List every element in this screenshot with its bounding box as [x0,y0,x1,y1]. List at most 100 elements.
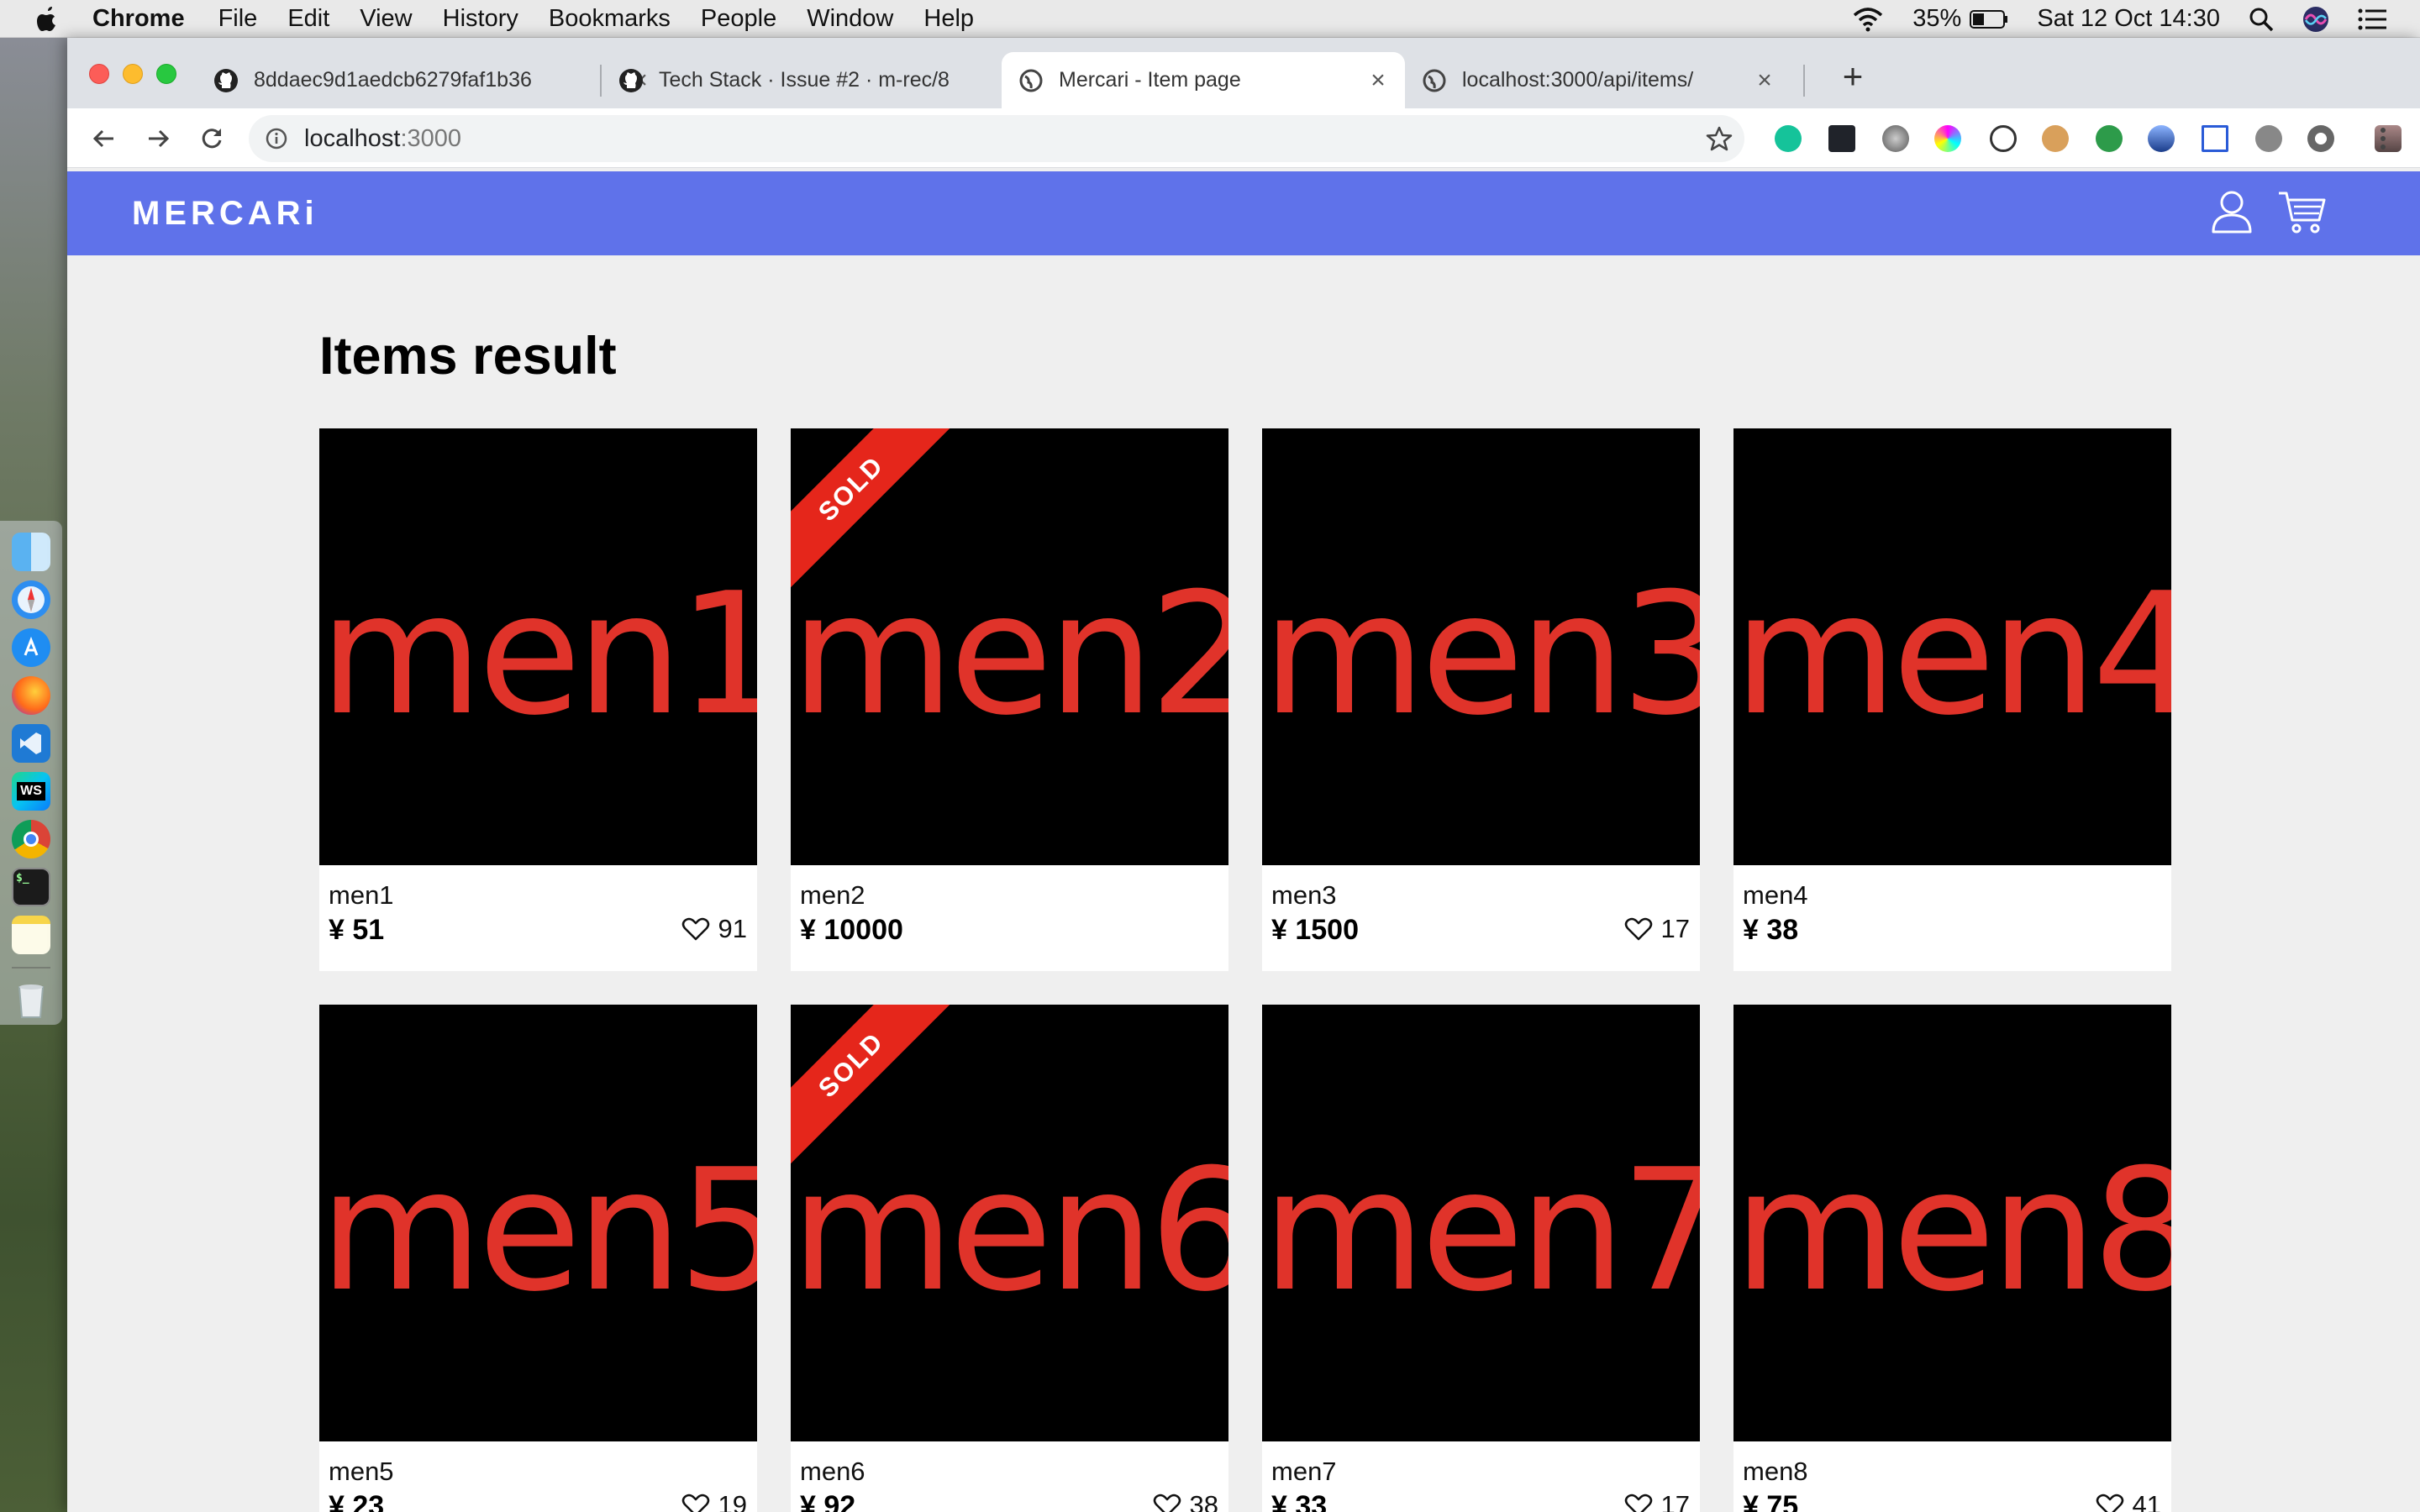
siri-icon[interactable] [2302,6,2329,33]
extension-sphere-icon[interactable] [1882,125,1909,152]
item-name: men1 [329,880,394,910]
github-icon [214,68,238,92]
spotlight-search-icon[interactable] [2249,7,2274,32]
item-name: men2 [800,880,865,910]
menu-help[interactable]: Help [923,5,974,33]
item-image[interactable]: men1 [319,428,757,865]
menu-window[interactable]: Window [807,5,893,33]
trash-icon[interactable] [12,981,50,1020]
user-account-icon[interactable] [2208,188,2255,235]
profile-avatar[interactable] [2375,125,2402,152]
like-button[interactable]: 17 [1624,1490,1690,1512]
chrome-icon[interactable] [12,820,50,858]
back-button[interactable] [87,122,121,155]
menu-people[interactable]: People [701,5,776,33]
like-button[interactable]: 17 [1624,914,1690,944]
safari-icon[interactable] [12,580,50,619]
item-card[interactable]: men5 men5 ¥ 23 19 [319,1005,757,1512]
item-image[interactable]: men7 [1262,1005,1700,1441]
extension-search-icon[interactable] [2096,125,2123,152]
notes-icon[interactable] [12,916,50,954]
like-button[interactable]: 91 [681,914,747,944]
close-tab-icon[interactable]: × [1363,66,1393,95]
item-card[interactable]: men7 men7 ¥ 33 17 [1262,1005,1700,1512]
grammarly-extension-icon[interactable] [1775,125,1802,152]
github-icon [619,68,643,92]
item-image-text: men8 [1733,1133,2171,1329]
item-price: ¥ 92 [800,1490,856,1512]
firefox-icon[interactable] [12,676,50,715]
cookie-extension-icon[interactable] [2042,125,2069,152]
like-button[interactable]: 19 [681,1490,747,1512]
like-button[interactable]: 38 [1153,1490,1218,1512]
item-card[interactable]: men6 SOLD men6 ¥ 92 38 [791,1005,1228,1512]
notification-center-icon[interactable] [2358,8,2386,30]
vscode-icon[interactable] [12,724,50,763]
menu-app-name[interactable]: Chrome [92,5,185,33]
item-card[interactable]: men4 men4 ¥ 38 [1733,428,2171,971]
shopping-cart-icon[interactable] [2277,188,2328,235]
item-card[interactable]: men1 men1 ¥ 51 91 [319,428,757,971]
extension-frame-icon[interactable] [2202,125,2228,152]
apple-menu-icon[interactable] [34,3,60,34]
browser-toolbar: localhost:3000 [67,108,2420,168]
chrome-menu-icon[interactable] [2380,127,2386,150]
menu-view[interactable]: View [360,5,412,33]
extension-dark-icon[interactable] [2255,125,2282,152]
tab-tech-stack[interactable]: Tech Stack · Issue #2 · m-rec/8 × [602,52,1055,108]
reload-button[interactable] [195,122,229,155]
close-tab-icon[interactable]: × [1749,66,1780,95]
address-bar[interactable]: localhost:3000 [249,115,1744,162]
terminal-icon[interactable]: $_ [12,868,50,906]
item-card[interactable]: men8 men8 ¥ 75 41 [1733,1005,2171,1512]
extension-person-icon[interactable] [2148,125,2175,152]
new-tab-button[interactable]: + [1832,59,1874,94]
browser-window: 8ddaec9d1aedcb6279faf1b36 × Tech Stack ·… [67,38,2420,1512]
item-card[interactable]: men2 SOLD men2 ¥ 10000 [791,428,1228,971]
webstorm-icon[interactable]: WS [12,772,50,811]
battery-icon[interactable] [1970,9,2008,29]
wifi-icon[interactable] [1852,7,1884,32]
tab-api-items[interactable]: localhost:3000/api/items/ × [1405,52,1791,108]
site-header: MERCARi [67,171,2420,255]
item-image[interactable]: men8 [1733,1005,2171,1441]
arrow-left-icon [92,129,113,148]
minimize-window-button[interactable] [123,64,143,84]
close-window-button[interactable] [89,64,109,84]
app-store-icon[interactable] [12,628,50,667]
item-price: ¥ 1500 [1271,914,1359,946]
webstorm-label: WS [17,782,45,801]
tab-mercari-item-page[interactable]: Mercari - Item page × [1002,52,1405,108]
globe-icon [1423,69,1446,92]
item-image[interactable]: men3 [1262,428,1700,865]
item-name: men4 [1743,880,1808,910]
json-viewer-icon[interactable] [1990,125,2017,152]
finder-icon[interactable] [12,533,50,571]
like-count: 17 [1660,1490,1690,1512]
maximize-window-button[interactable] [156,64,176,84]
item-card[interactable]: men3 men3 ¥ 1500 17 [1262,428,1700,971]
item-image[interactable]: men6 SOLD [791,1005,1228,1441]
forward-button[interactable] [141,122,175,155]
react-devtools-icon[interactable] [1828,125,1855,152]
item-image-text: men2 [791,557,1228,753]
like-button[interactable]: 41 [2096,1490,2161,1512]
globe-icon [1019,69,1043,92]
tab-commit[interactable]: 8ddaec9d1aedcb6279faf1b36 × [197,52,667,108]
menu-file[interactable]: File [218,5,258,33]
bookmark-star-icon[interactable] [1706,125,1733,152]
item-name: men8 [1743,1457,1808,1486]
url-host: localhost [304,124,401,152]
menu-bookmarks[interactable]: Bookmarks [549,5,671,33]
mercari-logo[interactable]: MERCARi [132,195,318,233]
dock: WS $_ [0,521,62,1025]
extension-rainbow-icon[interactable] [1934,125,1961,152]
item-image[interactable]: men2 SOLD [791,428,1228,865]
item-image[interactable]: men5 [319,1005,757,1441]
info-icon[interactable] [266,128,287,150]
menu-history[interactable]: History [443,5,518,33]
extension-settings-icon[interactable] [2307,125,2334,152]
clock[interactable]: Sat 12 Oct 14:30 [2037,5,2220,33]
menu-edit[interactable]: Edit [287,5,329,33]
item-image[interactable]: men4 [1733,428,2171,865]
